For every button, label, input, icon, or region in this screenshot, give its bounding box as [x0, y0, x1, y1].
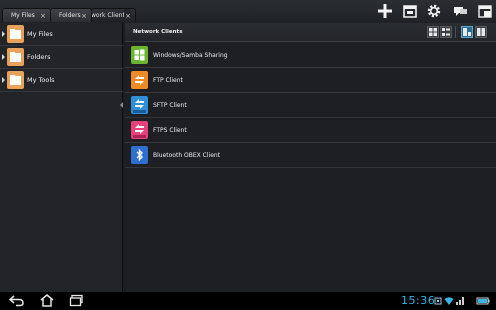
- expand-arrow-icon[interactable]: [2, 31, 5, 37]
- list-view-icon[interactable]: [440, 26, 452, 38]
- close-tab-icon[interactable]: ×: [124, 9, 131, 22]
- tab-label: Folders: [59, 12, 81, 19]
- list-item-sftp-client[interactable]: SFTP Client: [125, 93, 496, 118]
- list-item-label: Bluetooth OBEX Client: [153, 152, 221, 159]
- divider: [455, 26, 456, 38]
- sidebar-item-label: Folders: [27, 53, 51, 61]
- settings-gear-icon[interactable]: [426, 3, 442, 19]
- folder-icon: [7, 48, 24, 66]
- sftp-icon: [131, 96, 148, 114]
- recent-apps-icon[interactable]: [69, 294, 85, 307]
- list-item-label: FTP Client: [153, 77, 183, 84]
- sidebar-item-folders[interactable]: Folders: [0, 46, 123, 69]
- pane-splitter-handle[interactable]: [120, 102, 123, 108]
- tab-label: My Files: [11, 12, 35, 19]
- battery-icon: [476, 296, 490, 306]
- grid-view-icon[interactable]: [427, 26, 439, 38]
- ftps-icon: [131, 121, 148, 139]
- list-item-bluetooth-obex[interactable]: Bluetooth OBEX Client: [125, 143, 496, 168]
- sd-card-icon[interactable]: [402, 3, 418, 19]
- tab-network-clients[interactable]: work Clients ×: [91, 8, 136, 22]
- list-item-ftps-client[interactable]: FTPS Client: [125, 118, 496, 143]
- expand-arrow-icon[interactable]: [2, 54, 5, 60]
- sidebar-item-my-tools[interactable]: My Tools: [0, 69, 123, 92]
- list-item-label: FTPS Client: [153, 127, 187, 134]
- top-bar: My Files × Folders × work Clients ×: [0, 0, 496, 23]
- notification-icon[interactable]: [433, 296, 443, 306]
- chat-icon[interactable]: [452, 3, 468, 19]
- expand-arrow-icon[interactable]: [2, 77, 5, 83]
- list-item-label: SFTP Client: [153, 102, 187, 109]
- close-tab-icon[interactable]: ×: [40, 9, 46, 22]
- system-navigation-bar: 15:36: [0, 292, 496, 310]
- sidebar-item-my-files[interactable]: My Files: [0, 23, 123, 46]
- list-item-windows-samba[interactable]: Windows/Samba Sharing: [125, 43, 496, 68]
- back-icon[interactable]: [9, 294, 25, 307]
- single-pane-icon[interactable]: [461, 26, 473, 38]
- dual-pane-icon[interactable]: [475, 26, 487, 38]
- folder-icon: [7, 25, 24, 43]
- sidebar-item-label: My Tools: [27, 76, 55, 84]
- tab-my-files[interactable]: My Files ×: [2, 8, 51, 22]
- window-icon[interactable]: [477, 3, 493, 19]
- sidebar: My Files Folders My Tools: [0, 23, 123, 292]
- plus-icon[interactable]: [377, 3, 393, 19]
- status-clock[interactable]: 15:36: [401, 292, 435, 310]
- sidebar-item-label: My Files: [27, 30, 53, 38]
- signal-icon: [455, 296, 465, 306]
- list-item-ftp-client[interactable]: FTP Client: [125, 68, 496, 93]
- list-item-label: Windows/Samba Sharing: [153, 52, 228, 59]
- content-header: Network Clients: [125, 23, 496, 42]
- wifi-icon: [444, 296, 454, 306]
- home-icon[interactable]: [39, 294, 55, 307]
- ftp-icon: [131, 71, 148, 89]
- tab-label: work Clients: [91, 12, 128, 19]
- folder-icon: [7, 71, 24, 89]
- close-tab-icon[interactable]: ×: [81, 9, 87, 22]
- main-content: Network Clients Windows/Samba Sharing FT…: [125, 23, 496, 292]
- tab-folders[interactable]: Folders ×: [50, 8, 92, 22]
- windows-icon: [131, 46, 148, 64]
- page-title: Network Clients: [133, 29, 183, 35]
- bluetooth-icon: [131, 146, 148, 164]
